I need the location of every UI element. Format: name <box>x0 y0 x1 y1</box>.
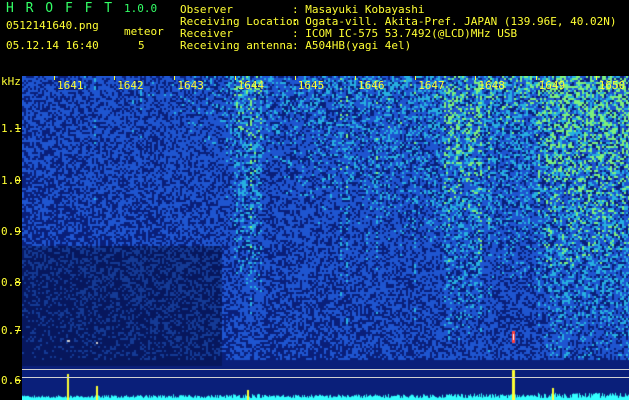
antenna-value: : A504HB(yagi 4el) <box>292 39 412 52</box>
time-tick-label: 1649 <box>538 79 566 92</box>
time-tick-label: 1648 <box>478 79 505 92</box>
reference-line-lower <box>22 377 629 378</box>
header-panel: H R O F F T 1.0.0 0512141640.png meteor … <box>0 0 629 76</box>
meteor-count: 5 <box>138 39 145 52</box>
spectrogram-plot <box>22 76 629 400</box>
time-tick-label: 1642 <box>117 79 144 92</box>
frequency-tick-mark <box>15 282 21 283</box>
time-tick-label: 1647 <box>418 79 445 92</box>
time-tick-mark <box>535 76 537 80</box>
reference-line-upper <box>22 369 629 370</box>
time-tick-label: 1644 <box>237 79 265 92</box>
time-tick-label: 1645 <box>297 79 325 92</box>
time-tick-mark <box>415 76 417 80</box>
app-title: H R O F F T <box>6 1 115 16</box>
time-tick-mark <box>475 76 477 80</box>
y-unit-label: kHz <box>1 75 21 88</box>
time-tick-mark <box>294 76 296 80</box>
frequency-tick-mark <box>15 180 21 181</box>
frequency-tick-mark <box>15 128 21 129</box>
time-tick-label: 1641 <box>57 79 84 92</box>
time-tick-mark <box>114 76 116 80</box>
frequency-tick-mark <box>15 380 21 381</box>
file-name: 0512141640.png <box>6 19 99 32</box>
time-tick-mark <box>54 76 55 80</box>
frequency-tick-mark <box>15 231 21 232</box>
time-tick-mark <box>234 76 236 80</box>
time-tick-label: 1646 <box>358 79 385 92</box>
time-tick-label: 1643 <box>177 79 204 92</box>
time-tick-label: 1650 <box>598 79 626 92</box>
meteor-label: meteor <box>124 25 164 38</box>
time-tick-mark <box>355 76 356 80</box>
frequency-tick-mark <box>15 330 21 331</box>
spectrogram-canvas <box>22 76 629 400</box>
antenna-label: Receiving antenna <box>180 39 293 52</box>
time-tick-mark <box>595 76 597 80</box>
app-version: 1.0.0 <box>124 2 158 15</box>
date-time: 05.12.14 16:40 <box>6 39 99 52</box>
time-tick-mark <box>174 76 176 80</box>
